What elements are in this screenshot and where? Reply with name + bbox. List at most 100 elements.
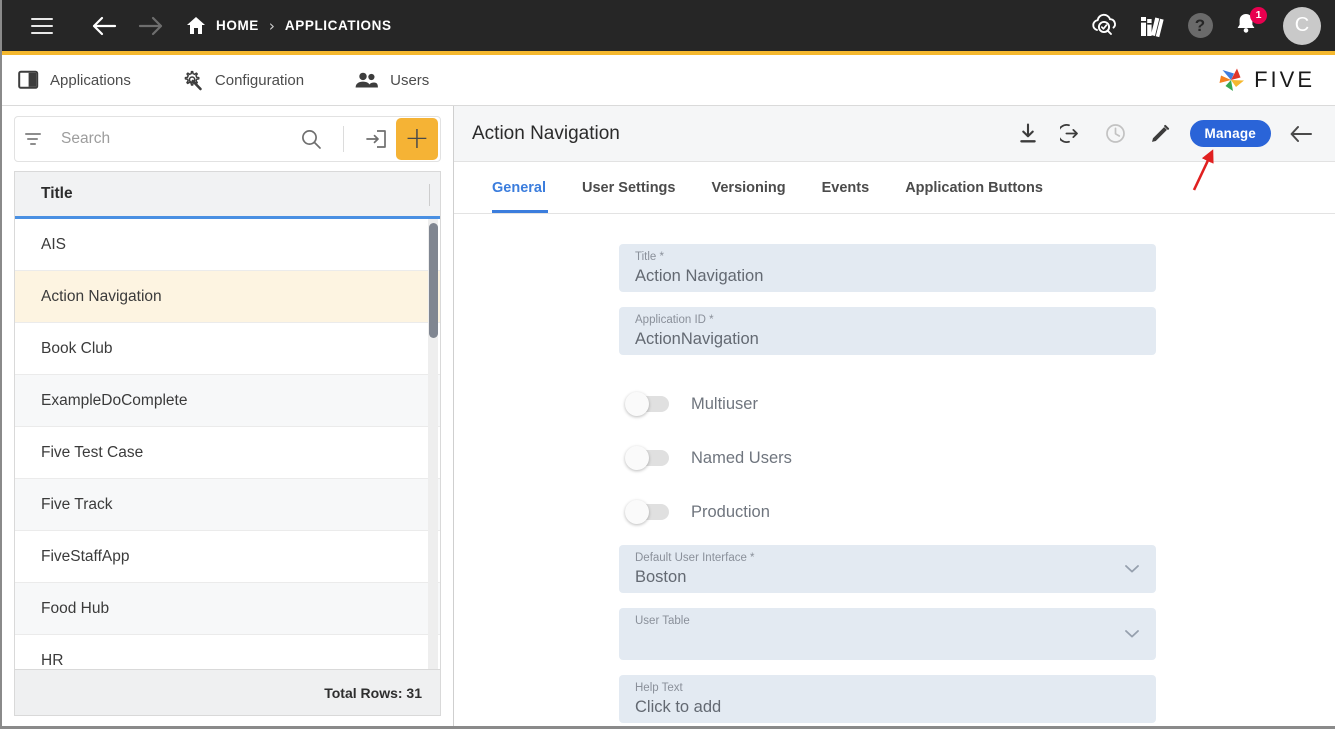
- section-navigation-bar: Applications Configuration Users FIVE: [2, 55, 1335, 106]
- table-row[interactable]: HR: [15, 635, 440, 669]
- breadcrumb-separator-icon: ›: [268, 16, 275, 35]
- table-row[interactable]: Five Test Case: [15, 427, 440, 479]
- avatar[interactable]: C: [1283, 6, 1321, 45]
- five-logo: FIVE: [1214, 64, 1315, 96]
- import-glyph: [366, 130, 386, 148]
- tab-events[interactable]: Events: [804, 162, 888, 213]
- chevron-down-icon[interactable]: [1125, 565, 1139, 573]
- nav-item-configuration[interactable]: Configuration: [181, 70, 304, 91]
- breadcrumb-item-home[interactable]: HOME: [216, 18, 259, 33]
- hamburger-menu-icon[interactable]: [22, 6, 62, 46]
- page-title: Action Navigation: [472, 122, 620, 144]
- nav-item-users[interactable]: Users: [354, 71, 429, 90]
- nav-label-users: Users: [390, 71, 430, 89]
- arrow-left-glyph: [1290, 125, 1312, 142]
- cloud-check-glyph: [1092, 13, 1116, 35]
- general-form: Title * Action Navigation Application ID…: [454, 214, 1335, 726]
- library-books-icon[interactable]: [1135, 9, 1169, 43]
- tab-user-settings[interactable]: User Settings: [564, 162, 693, 213]
- arrow-right-glyph: [138, 16, 163, 35]
- production-toggle-row: Production: [619, 485, 1156, 539]
- clock-glyph: [1106, 124, 1125, 143]
- search-icon[interactable]: [291, 119, 331, 159]
- manage-button[interactable]: Manage: [1189, 120, 1271, 147]
- named-users-label: Named Users: [691, 448, 792, 467]
- breadcrumb-item-applications[interactable]: APPLICATIONS: [285, 18, 392, 33]
- books-glyph: [1141, 16, 1164, 37]
- title-field-label: Title *: [635, 251, 664, 263]
- user-table-label: User Table: [635, 615, 690, 627]
- application-id-field[interactable]: Application ID * ActionNavigation: [619, 307, 1156, 355]
- search-input[interactable]: [47, 130, 291, 148]
- row-title: HR: [41, 651, 64, 669]
- magnifier-glyph: [302, 130, 321, 149]
- edit-pencil-icon[interactable]: [1140, 114, 1180, 154]
- table-row[interactable]: AIS: [15, 219, 440, 271]
- tab-versioning[interactable]: Versioning: [693, 162, 803, 213]
- production-label: Production: [691, 502, 770, 521]
- applications-grid: Title AIS Action Navigation Book Club Ex…: [14, 171, 441, 669]
- topbar-left-group: HOME › APPLICATIONS: [22, 6, 392, 46]
- default-user-interface-field[interactable]: Default User Interface * Boston: [619, 545, 1156, 593]
- five-logo-text: FIVE: [1254, 67, 1315, 92]
- scrollbar-thumb[interactable]: [429, 223, 438, 338]
- download-icon[interactable]: [1008, 114, 1048, 154]
- row-title: Food Hub: [41, 599, 110, 617]
- cloud-check-icon[interactable]: [1087, 9, 1121, 43]
- title-field[interactable]: Title * Action Navigation: [619, 244, 1156, 292]
- multiuser-toggle[interactable]: [625, 392, 669, 416]
- detail-tabs: General User Settings Versioning Events …: [454, 162, 1335, 214]
- chevron-down-icon[interactable]: [1125, 630, 1139, 638]
- nav-label-applications: Applications: [50, 71, 131, 89]
- import-icon[interactable]: [356, 119, 396, 159]
- table-row[interactable]: Five Track: [15, 479, 440, 531]
- user-table-field[interactable]: User Table: [619, 608, 1156, 660]
- tab-application-buttons[interactable]: Application Buttons: [887, 162, 1061, 213]
- default-user-interface-label: Default User Interface *: [635, 552, 755, 564]
- row-title: ExampleDoComplete: [41, 391, 188, 409]
- home-icon[interactable]: [186, 16, 206, 35]
- multiuser-toggle-row: Multiuser: [619, 377, 1156, 431]
- deploy-arrow-icon[interactable]: [1052, 114, 1092, 154]
- application-id-field-value: ActionNavigation: [635, 330, 759, 348]
- table-row[interactable]: Food Hub: [15, 583, 440, 635]
- help-text-value: Click to add: [635, 698, 722, 716]
- notifications-bell-icon[interactable]: 1: [1231, 6, 1267, 43]
- column-header-title[interactable]: Title: [41, 185, 73, 203]
- notification-badge: 1: [1250, 6, 1267, 24]
- history-clock-icon[interactable]: [1096, 114, 1136, 154]
- row-title: Book Club: [41, 339, 113, 357]
- help-text-field[interactable]: Help Text Click to add: [619, 675, 1156, 723]
- forward-arrow-icon[interactable]: [130, 6, 170, 46]
- plus-icon: +: [404, 121, 430, 156]
- grid-header-row: Title: [15, 172, 440, 219]
- table-row[interactable]: FiveStaffApp: [15, 531, 440, 583]
- main-body: + Title AIS Action Navigation Book Club …: [2, 106, 1335, 726]
- back-arrow-icon[interactable]: [84, 6, 124, 46]
- help-icon[interactable]: ?: [1183, 9, 1217, 43]
- table-row[interactable]: Book Club: [15, 323, 440, 375]
- tab-general[interactable]: General: [476, 162, 564, 213]
- arrow-left-glyph: [92, 16, 117, 35]
- nav-item-applications[interactable]: Applications: [18, 70, 131, 90]
- row-title: Five Test Case: [41, 443, 144, 461]
- toolbar-divider: [343, 126, 344, 152]
- table-row[interactable]: ExampleDoComplete: [15, 375, 440, 427]
- column-resize-handle[interactable]: [429, 184, 430, 206]
- breadcrumb: HOME › APPLICATIONS: [186, 16, 392, 35]
- search-box[interactable]: +: [14, 116, 441, 162]
- row-title: AIS: [41, 235, 66, 253]
- named-users-toggle[interactable]: [625, 446, 669, 470]
- close-detail-back-icon[interactable]: [1281, 114, 1321, 154]
- production-toggle[interactable]: [625, 500, 669, 524]
- list-scrollbar[interactable]: [428, 219, 438, 669]
- application-id-field-label: Application ID *: [635, 314, 714, 326]
- topbar-right-group: ? 1 C: [1087, 6, 1321, 45]
- top-navigation-bar: HOME › APPLICATIONS ? 1 C: [2, 0, 1335, 51]
- filter-icon[interactable]: [25, 128, 47, 150]
- add-application-button[interactable]: +: [396, 118, 438, 160]
- table-row[interactable]: Action Navigation: [15, 271, 440, 323]
- panel-icon: [18, 70, 39, 89]
- pencil-glyph: [1151, 124, 1169, 142]
- deploy-glyph: [1060, 124, 1078, 143]
